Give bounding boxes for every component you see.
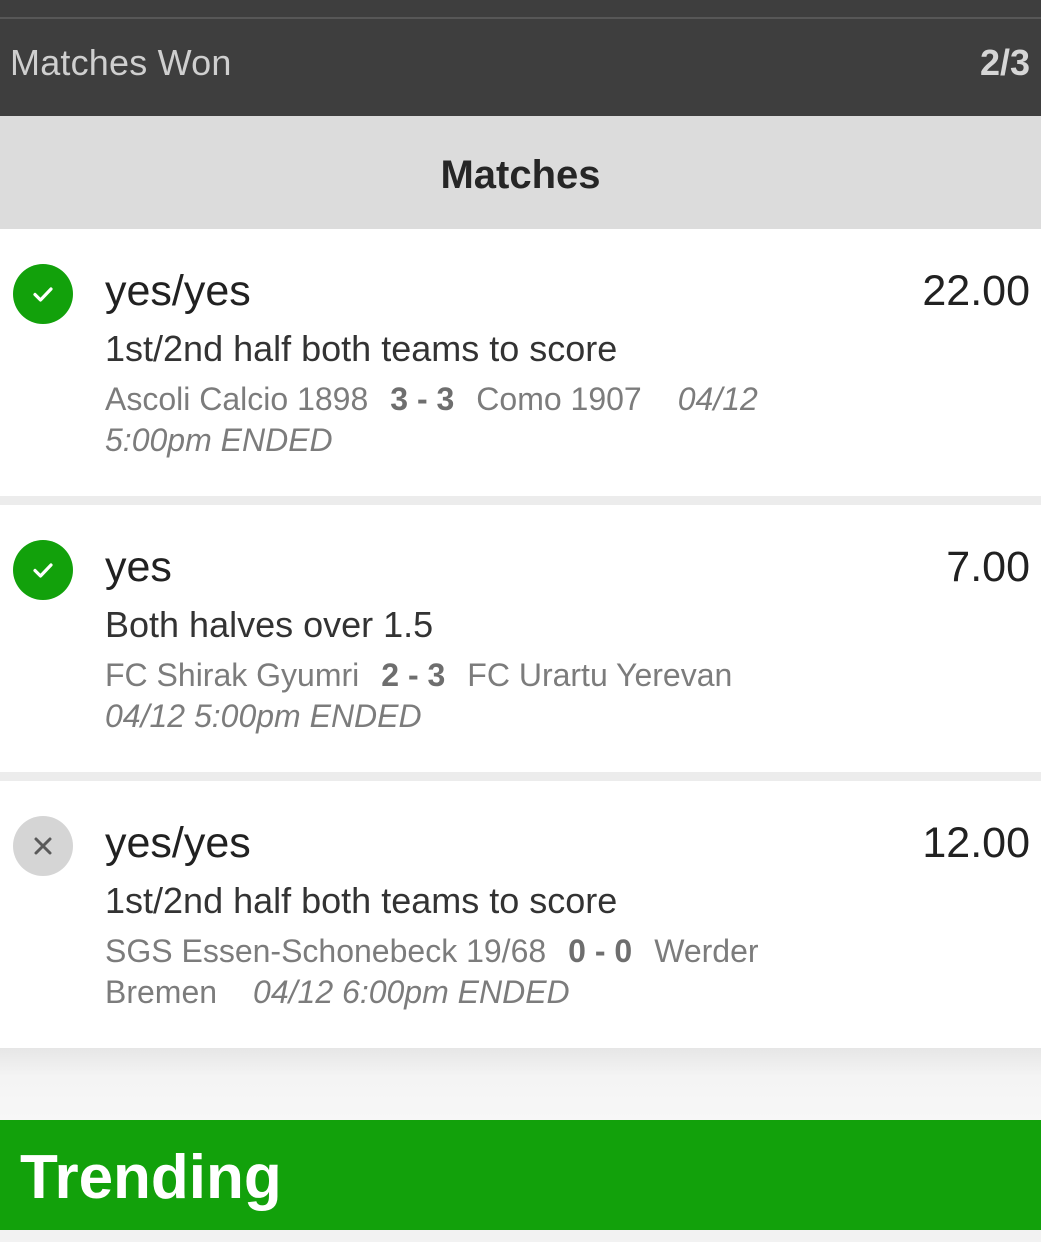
home-team: Ascoli Calcio 1898: [105, 381, 369, 417]
selection-pick: yes/yes: [105, 267, 251, 315]
final-score: 2 - 3: [381, 657, 446, 693]
matches-won-label: Matches Won: [10, 42, 232, 83]
trending-section-header[interactable]: Trending: [0, 1120, 1041, 1230]
check-icon: [33, 287, 53, 302]
matches-title: Matches: [440, 153, 601, 197]
home-team: FC Shirak Gyumri: [105, 657, 360, 693]
close-icon: [34, 837, 52, 855]
away-team: Como 1907: [476, 381, 642, 417]
check-icon: [33, 563, 53, 578]
selection-odds: 12.00: [922, 819, 1030, 867]
away-team: FC Urartu Yerevan: [467, 657, 733, 693]
final-score: 0 - 0: [568, 933, 633, 969]
bet-slip-screen: Matches Won 2/3 Matches yes/yes 22.00 1s…: [0, 0, 1041, 1242]
card-separator: [0, 496, 1041, 505]
bottom-strip: [0, 1230, 1041, 1242]
match-card[interactable]: yes/yes 22.00 1st/2nd half both teams to…: [0, 229, 1041, 496]
match-time-status: 04/12 6:00pm ENDED: [253, 974, 570, 1010]
match-time-status: 04/12 5:00pm ENDED: [105, 698, 422, 734]
market-name: 1st/2nd half both teams to score: [105, 328, 618, 369]
selection-odds: 22.00: [922, 267, 1030, 315]
match-details: Ascoli Calcio 1898 3 - 3 Como 1907 04/12 5:…: [105, 379, 865, 461]
card-separator: [0, 772, 1041, 781]
home-team: SGS Essen-Schonebeck 19/68: [105, 933, 547, 969]
market-name: Both halves over 1.5: [105, 604, 434, 645]
matches-won-count: 2/3: [979, 42, 1030, 83]
match-card[interactable]: yes 7.00 Both halves over 1.5 FC Shirak …: [0, 505, 1041, 772]
selection-pick: yes/yes: [105, 819, 251, 867]
won-check-icon: [13, 540, 73, 600]
won-check-icon: [13, 264, 73, 324]
match-details: SGS Essen-Schonebeck 19/68 0 - 0 Werder Br…: [105, 931, 865, 1013]
match-details: FC Shirak Gyumri 2 - 3 FC Urartu Yerevan 04…: [105, 655, 865, 737]
match-card[interactable]: yes/yes 12.00 1st/2nd half both teams to…: [0, 781, 1041, 1048]
lost-close-icon: [13, 816, 73, 876]
selection-pick: yes: [105, 543, 172, 591]
trending-title: Trending: [20, 1143, 282, 1212]
selection-odds: 7.00: [946, 543, 1030, 591]
matches-won-bar: Matches Won 2/3: [0, 0, 1041, 116]
divider: [0, 17, 1041, 19]
matches-section-header: Matches: [0, 116, 1041, 229]
final-score: 3 - 3: [390, 381, 455, 417]
market-name: 1st/2nd half both teams to score: [105, 880, 618, 921]
list-bottom-shadow: [0, 1048, 1041, 1120]
